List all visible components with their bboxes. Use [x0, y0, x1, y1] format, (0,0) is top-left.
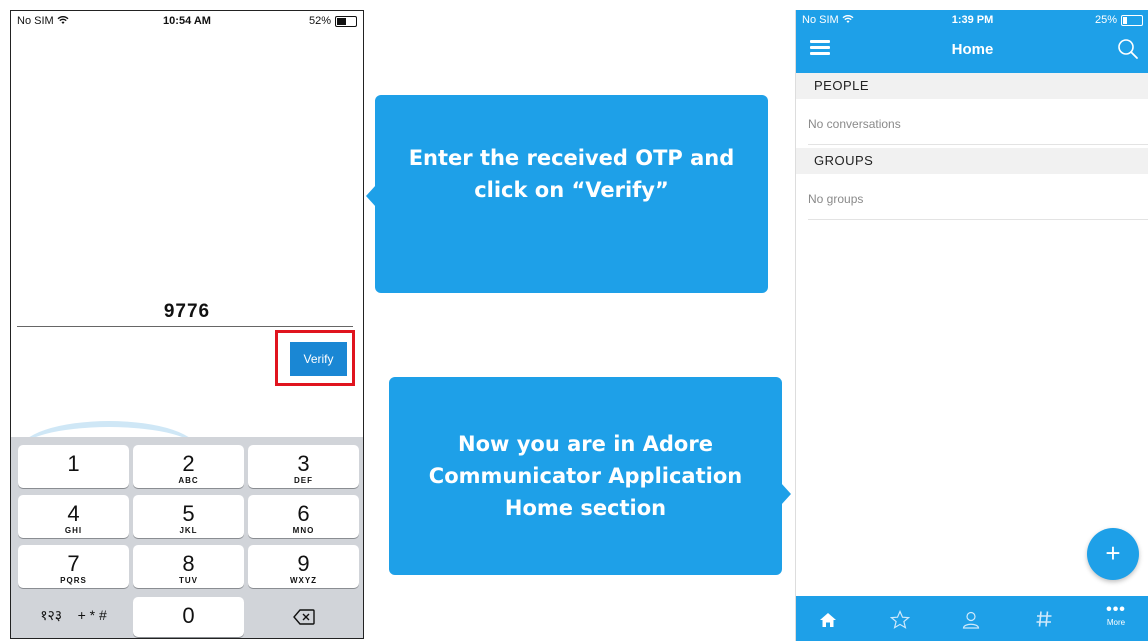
callout-pointer-left [366, 185, 376, 207]
search-icon[interactable] [1117, 38, 1139, 60]
key-0[interactable]: 0 [133, 597, 244, 637]
people-section-header: PEOPLE [796, 73, 1148, 99]
key-6[interactable]: 6 MNO [248, 495, 359, 538]
key-symbols-label: + * # [77, 607, 107, 623]
groups-section-header: GROUPS [796, 148, 1148, 174]
key-2[interactable]: 2 ABC [133, 445, 244, 488]
battery-icon [1121, 14, 1143, 26]
key-3[interactable]: 3 DEF [248, 445, 359, 488]
tab-channels[interactable] [1014, 596, 1074, 641]
status-bar: No SIM 1:39 PM 25% [796, 10, 1148, 32]
home-phone-screen: No SIM 1:39 PM 25% Home PEOPLE No conver… [795, 10, 1148, 641]
more-dots-icon: ••• [1106, 601, 1126, 618]
star-icon [889, 610, 911, 629]
battery-percent: 25% [1094, 14, 1117, 26]
battery-percent: 52% [308, 15, 331, 27]
key-9[interactable]: 9 WXYZ [248, 545, 359, 588]
battery-icon [335, 15, 357, 27]
callout-home-section: Now you are in Adore Communicator Applic… [389, 377, 791, 575]
otp-phone-screen: No SIM 10:54 AM 52% 9776 Verify 1 2 ABC [10, 10, 364, 639]
key-1[interactable]: 1 [18, 445, 129, 488]
verify-button[interactable]: Verify [290, 342, 347, 376]
callout-enter-otp-text: Enter the received OTP and click on “Ver… [408, 146, 735, 202]
bottom-tab-bar: ••• More [796, 596, 1148, 641]
new-conversation-button[interactable]: + [1087, 528, 1139, 580]
status-battery: 52% [309, 15, 357, 27]
callout-pointer-right [781, 483, 791, 505]
callout-enter-otp: Enter the received OTP and click on “Ver… [366, 95, 768, 293]
key-lang-label: १२३ [40, 607, 63, 623]
page-title: Home [951, 41, 994, 58]
tab-favorites[interactable] [870, 596, 930, 641]
tab-more[interactable]: ••• More [1086, 596, 1146, 641]
key-8[interactable]: 8 TUV [133, 545, 244, 588]
hashtag-icon [1036, 611, 1052, 627]
tab-home[interactable] [798, 596, 858, 641]
callout-home-section-text: Now you are in Adore Communicator Applic… [428, 432, 743, 520]
key-7[interactable]: 7 PQRS [18, 545, 129, 588]
key-lang-symbols[interactable]: १२३ + * # [18, 597, 129, 635]
people-empty-state: No conversations [808, 104, 1148, 145]
otp-input[interactable]: 9776 [11, 301, 363, 323]
backspace-key[interactable] [248, 597, 359, 637]
person-icon [962, 611, 980, 629]
app-header: No SIM 1:39 PM 25% Home [796, 10, 1148, 73]
numeric-keypad: 1 2 ABC 3 DEF 4 GHI 5 JKL 6 MNO 7 PQRS 8… [11, 437, 363, 638]
key-5[interactable]: 5 JKL [133, 495, 244, 538]
key-4[interactable]: 4 GHI [18, 495, 129, 538]
home-icon [820, 613, 836, 627]
status-battery: 25% [1095, 14, 1143, 26]
status-bar: No SIM 10:54 AM 52% [11, 11, 363, 33]
tab-contacts[interactable] [941, 596, 1001, 641]
backspace-icon [292, 609, 315, 625]
groups-empty-state: No groups [808, 179, 1148, 220]
tab-more-label: More [1106, 618, 1126, 627]
otp-input-underline [17, 326, 353, 327]
